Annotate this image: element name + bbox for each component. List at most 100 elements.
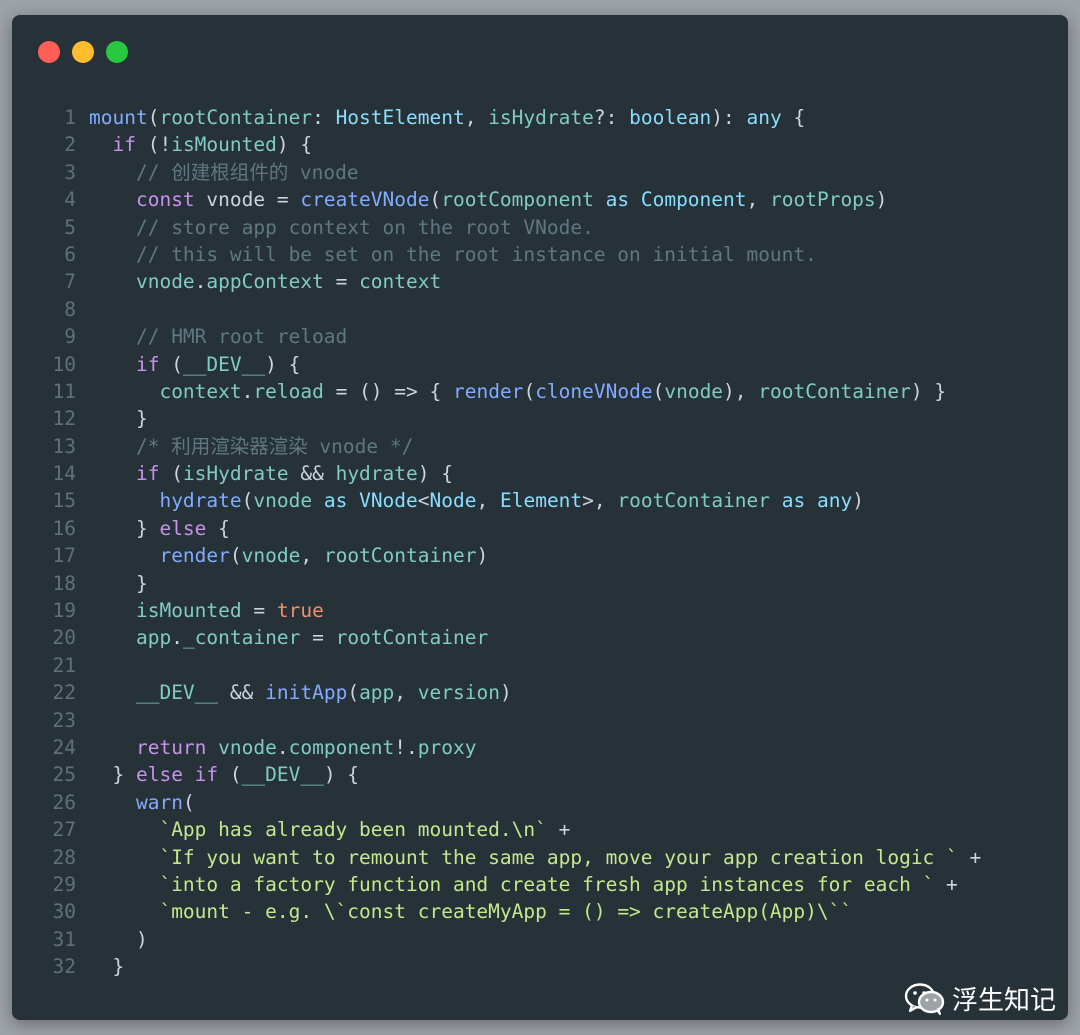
line-code: isMounted = true — [76, 597, 324, 624]
code-token: else if — [135, 763, 219, 787]
code-token: + — [546, 818, 571, 842]
code-token: reload — [253, 379, 324, 403]
line-code: } — [76, 953, 124, 980]
line-number: 19 — [52, 599, 76, 623]
line-code: if (__DEV__) { — [76, 351, 300, 378]
code-line: 14 if (isHydrate && hydrate) { — [12, 460, 1068, 487]
code-token: !. — [394, 735, 418, 759]
line-number: 26 — [52, 790, 76, 814]
line-code: if (isHydrate && hydrate) { — [76, 460, 453, 487]
code-token: , — [746, 188, 770, 212]
line-code: `If you want to remount the same app, mo… — [76, 844, 981, 871]
code-token: } — [135, 407, 148, 431]
line-number: 9 — [64, 325, 76, 349]
code-token: isHydrate — [182, 462, 289, 486]
line-number: 10 — [52, 352, 76, 376]
line-code: hydrate(vnode as VNode<Node, Element>, r… — [76, 487, 864, 514]
code-token: ( — [523, 379, 536, 403]
line-code: render(vnode, rootContainer) — [76, 542, 488, 569]
code-token: vnode = — [194, 188, 301, 212]
code-token: vnode — [664, 379, 724, 403]
line-code: vnode.appContext = context — [76, 268, 441, 295]
code-token: . — [241, 379, 254, 403]
line-number: 18 — [52, 571, 76, 595]
code-line: 16 } else { — [12, 515, 1068, 542]
code-line: 12 } — [12, 405, 1068, 432]
code-token: < — [417, 489, 430, 513]
code-line: 26 warn( — [12, 789, 1068, 816]
code-token: = () => { — [323, 379, 453, 403]
line-number: 17 — [52, 544, 76, 568]
code-line: 29 `into a factory function and create f… — [12, 871, 1068, 898]
line-number: 30 — [52, 900, 76, 924]
line-code: app._container = rootContainer — [76, 624, 488, 651]
line-number: 20 — [52, 626, 76, 650]
code-token: _container — [182, 626, 301, 650]
code-token: + — [957, 845, 982, 869]
close-button[interactable] — [38, 41, 60, 63]
code-token: . — [194, 270, 207, 294]
line-number: 31 — [52, 927, 76, 951]
code-token: , — [300, 544, 324, 568]
code-token: __DEV__ — [135, 681, 219, 705]
code-token: rootContainer — [758, 379, 911, 403]
window-controls — [38, 41, 128, 63]
line-code: `App has already been mounted.\n` + — [76, 816, 570, 843]
code-token: = — [323, 270, 360, 294]
code-token: cloneVNode — [535, 379, 653, 403]
code-token: if — [135, 352, 160, 376]
line-code: } — [76, 405, 148, 432]
watermark: 浮生知记 — [904, 980, 1056, 1017]
line-code: `mount - e.g. \`const createMyApp = () =… — [76, 898, 852, 925]
code-token: . — [276, 735, 289, 759]
code-token: ), — [723, 379, 759, 403]
line-number: 23 — [52, 708, 76, 732]
code-line: 9 // HMR root reload — [12, 323, 1068, 350]
code-token: hydrate — [335, 462, 418, 486]
code-token: initApp — [265, 681, 348, 705]
code-token: any — [746, 106, 782, 129]
code-token: isMounted — [171, 133, 277, 157]
maximize-button[interactable] — [106, 41, 128, 63]
code-token: rootContainer — [323, 544, 477, 568]
code-token: // 创建根组件的 vnode — [135, 160, 359, 184]
code-line: 32 } — [12, 953, 1068, 980]
code-line: 8 — [12, 296, 1068, 323]
code-token: warn — [135, 790, 183, 814]
code-token: vnode — [253, 489, 313, 513]
code-token: , — [476, 489, 500, 513]
code-token: ) { — [276, 133, 313, 157]
code-token: as — [605, 188, 630, 212]
code-token: ( — [182, 790, 195, 814]
line-code: return vnode.component!.proxy — [76, 734, 477, 761]
code-token: { — [206, 516, 230, 540]
code-token: // store app context on the root VNode. — [135, 215, 594, 239]
code-token: vnode — [218, 735, 277, 759]
line-code: // this will be set on the root instance… — [76, 241, 817, 268]
code-line: 17 render(vnode, rootContainer) — [12, 542, 1068, 569]
code-token: && — [288, 462, 336, 486]
code-token: ): — [711, 106, 747, 129]
code-token: ( — [429, 188, 442, 212]
code-token: Element — [499, 489, 583, 513]
line-code: // 创建根组件的 vnode — [76, 159, 359, 186]
code-line: 19 isMounted = true — [12, 597, 1068, 624]
code-token: rootProps — [770, 188, 876, 212]
line-code: // store app context on the root VNode. — [76, 214, 594, 241]
code-token: app — [359, 681, 395, 705]
code-token: boolean — [629, 106, 712, 129]
code-token: __DEV__ — [182, 352, 266, 376]
line-code: mount(rootContainer: HostElement, isHydr… — [76, 104, 805, 131]
code-token: VNode — [359, 489, 418, 513]
line-number: 22 — [52, 681, 76, 705]
code-token: rootComponent — [441, 188, 594, 212]
minimize-button[interactable] — [72, 41, 94, 63]
code-line: 5 // store app context on the root VNode… — [12, 214, 1068, 241]
code-token: Component — [640, 188, 747, 212]
code-line: 11 context.reload = () => { render(clone… — [12, 378, 1068, 405]
code-token: __DEV__ — [241, 763, 324, 787]
